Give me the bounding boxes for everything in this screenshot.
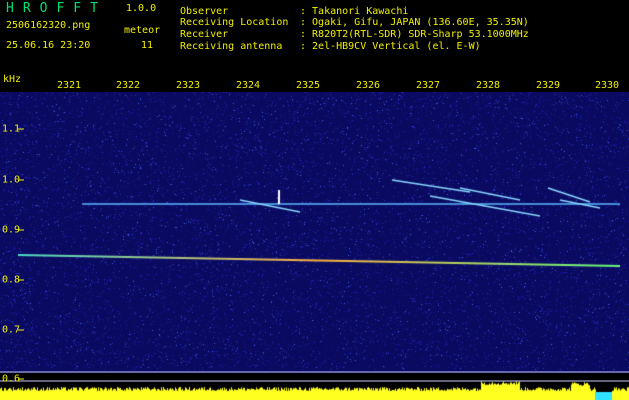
date-time: 25.06.16 23:20 — [6, 40, 91, 51]
time-tick-label: 2323 — [175, 80, 201, 91]
header-panel: HROFFT 1.0.0 2506162320.png 25.06.16 23:… — [0, 0, 629, 72]
location-key: Receiving Location — [180, 17, 289, 28]
time-tick-label: 2322 — [115, 80, 141, 91]
time-tick-label: 2330 — [594, 80, 620, 91]
meteor-label: meteor — [124, 25, 161, 36]
file-name: 2506162320.png — [6, 20, 91, 31]
time-tick-label: 2321 — [56, 80, 82, 91]
freq-tick-label: 0.8 — [2, 274, 21, 286]
freq-tick-label: 1.1 — [2, 123, 21, 135]
freq-tick-label: 1.0 — [2, 174, 21, 186]
y-tick-marks — [18, 128, 24, 380]
antenna-value: : 2el-HB9CV Vertical (el. E-W) — [300, 41, 481, 52]
time-tick-label: 2328 — [475, 80, 501, 91]
receiver-key: Receiver — [180, 29, 229, 40]
receiver-value: : R820T2(RTL-SDR) SDR-Sharp 53.1000MHz — [300, 29, 529, 40]
app-title: HROFFT — [6, 1, 107, 16]
spectrogram-overlay — [0, 92, 629, 400]
freq-tick-label: 0.7 — [2, 324, 21, 336]
time-tick-label: 2325 — [295, 80, 321, 91]
freq-tick-label: 0.6 — [2, 373, 21, 385]
observer-key: Observer — [180, 6, 229, 17]
time-tick-label: 2324 — [235, 80, 261, 91]
observer-value: : Takanori Kawachi — [300, 6, 409, 17]
time-tick-label: 2326 — [355, 80, 381, 91]
y-unit-label: kHz — [3, 74, 22, 85]
grid-lines — [0, 128, 629, 382]
antenna-key: Receiving antenna — [180, 41, 283, 52]
meteor-count: 11 — [141, 40, 154, 51]
freq-tick-label: 0.9 — [2, 224, 21, 236]
location-value: : Ogaki, Gifu, JAPAN (136.60E, 35.35N) — [300, 17, 529, 28]
time-tick-label: 2329 — [535, 80, 561, 91]
time-tick-label: 2327 — [415, 80, 441, 91]
app-version: 1.0.0 — [126, 3, 157, 14]
